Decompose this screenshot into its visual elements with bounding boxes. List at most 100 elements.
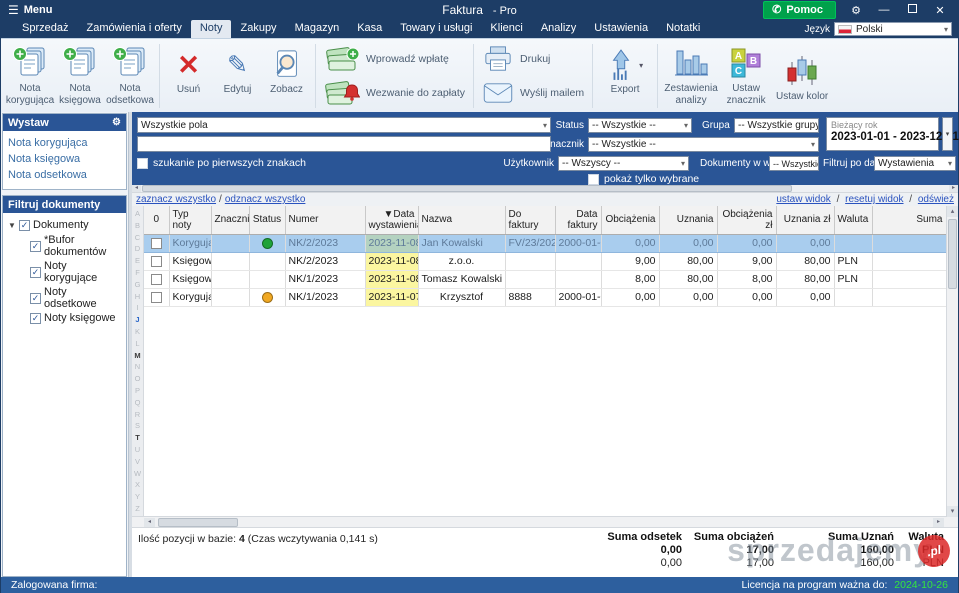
- column-header[interactable]: Status: [249, 206, 285, 234]
- tree-item-bufor[interactable]: ✓ *Bufor dokumentów: [8, 233, 121, 259]
- export-button[interactable]: ▾ Export: [597, 42, 653, 110]
- alphabet-letter[interactable]: A: [135, 208, 140, 220]
- scrollbar-thumb[interactable]: [948, 219, 957, 289]
- menubar-item[interactable]: Klienci: [481, 20, 531, 38]
- menubar-item[interactable]: Kasa: [348, 20, 391, 38]
- refresh-link[interactable]: odśwież: [918, 194, 954, 205]
- tree-checkbox[interactable]: ✓: [30, 241, 41, 252]
- alphabet-letter[interactable]: W: [134, 468, 141, 480]
- select-all-link[interactable]: zaznacz wszystko: [136, 194, 216, 205]
- row-checkbox[interactable]: [151, 274, 162, 285]
- column-header[interactable]: 0: [144, 206, 169, 234]
- scrollbar-thumb[interactable]: [158, 518, 238, 527]
- tree-item-odsetkowe[interactable]: ✓ Noty odsetkowe: [8, 285, 121, 311]
- nota-odsetkowa-button[interactable]: Nota odsetkowa: [105, 42, 155, 110]
- date-range-box[interactable]: Bieżący rok 2023-01-01 - 2023-12-31: [826, 117, 939, 151]
- set-view-link[interactable]: ustaw widok: [776, 194, 830, 205]
- column-header[interactable]: Obciążenia zł: [717, 206, 776, 234]
- print-button[interactable]: Drukuj: [482, 44, 584, 74]
- column-header[interactable]: Uznania: [659, 206, 717, 234]
- tree-item-ksiegowe[interactable]: ✓ Noty księgowe: [8, 311, 121, 325]
- menubar-item[interactable]: Sprzedaż: [13, 20, 77, 38]
- menubar-item[interactable]: Towary i usługi: [391, 20, 481, 38]
- search-input[interactable]: [137, 136, 551, 152]
- alphabet-letter[interactable]: K: [135, 326, 140, 338]
- tree-checkbox[interactable]: ✓: [30, 267, 41, 278]
- column-header[interactable]: Suma: [872, 206, 946, 234]
- alphabet-letter[interactable]: P: [135, 385, 140, 397]
- menubar-item[interactable]: Zamówienia i oferty: [77, 20, 190, 38]
- row-checkbox[interactable]: [151, 292, 162, 303]
- column-header[interactable]: Waluta: [834, 206, 872, 234]
- menubar-item[interactable]: Noty: [191, 20, 232, 38]
- nota-korygujaca-button[interactable]: Nota korygująca: [5, 42, 55, 110]
- alphabet-letter[interactable]: M: [134, 350, 140, 362]
- field-selector-dropdown[interactable]: Wszystkie pola▾: [137, 117, 551, 133]
- alphabet-letter[interactable]: E: [135, 255, 140, 267]
- gear-icon[interactable]: ⚙: [112, 117, 121, 128]
- deselect-all-link[interactable]: odznacz wszystko: [225, 194, 306, 205]
- column-header[interactable]: Uznania zł: [776, 206, 834, 234]
- top-horizontal-scrollbar[interactable]: ◂ ▸: [132, 185, 958, 193]
- bottom-horizontal-scrollbar[interactable]: ◂ ▸: [132, 517, 958, 528]
- scrollbar-thumb[interactable]: [142, 185, 792, 192]
- sidebar-link-nota-korygujaca[interactable]: Nota korygująca: [8, 135, 121, 151]
- alphabet-letter[interactable]: H: [135, 291, 140, 303]
- menubar-item[interactable]: Analizy: [532, 20, 585, 38]
- column-header[interactable]: ▼Data wystawienia: [365, 206, 418, 234]
- column-header[interactable]: Do faktury: [505, 206, 555, 234]
- column-header[interactable]: Obciążenia: [601, 206, 659, 234]
- tree-checkbox[interactable]: ✓: [30, 293, 41, 304]
- search-first-chars-checkbox[interactable]: szukanie po pierwszych znakach: [137, 157, 306, 169]
- sidebar-link-nota-odsetkowa[interactable]: Nota odsetkowa: [8, 167, 121, 183]
- scroll-down-arrow[interactable]: ▾: [947, 506, 958, 517]
- alphabet-letter[interactable]: Y: [135, 491, 140, 503]
- nota-ksiegowa-button[interactable]: Nota księgowa: [55, 42, 105, 110]
- alphabet-letter[interactable]: S: [135, 420, 140, 432]
- enter-payment-button[interactable]: Wprowadź wpłatę: [324, 44, 465, 74]
- scroll-right-arrow[interactable]: ▸: [933, 518, 944, 527]
- main-menu-button[interactable]: ☰ Menu: [1, 4, 53, 16]
- table-row[interactable]: KorygującaNK/1/20232023-11-07Krzysztof88…: [144, 288, 946, 306]
- alphabet-letter[interactable]: V: [135, 456, 140, 468]
- tree-checkbox[interactable]: ✓: [19, 220, 30, 231]
- status-dropdown[interactable]: -- Wszystkie --▾: [588, 118, 692, 133]
- alphabet-letter[interactable]: G: [135, 279, 141, 291]
- tree-item-korygujace[interactable]: ✓ Noty korygujące: [8, 259, 121, 285]
- alphabet-letter[interactable]: D: [135, 243, 140, 255]
- date-range-menu-button[interactable]: ▾: [942, 117, 953, 151]
- show-only-selected-checkbox[interactable]: pokaż tylko wybrane: [588, 173, 699, 185]
- alphabet-letter[interactable]: F: [135, 267, 140, 279]
- tree-root-dokumenty[interactable]: ▼ ✓ Dokumenty: [8, 217, 121, 233]
- menubar-item[interactable]: Ustawienia: [585, 20, 657, 38]
- alphabet-letter[interactable]: T: [135, 432, 140, 444]
- column-header[interactable]: Data faktury: [555, 206, 601, 234]
- menubar-item[interactable]: Zakupy: [231, 20, 285, 38]
- close-button[interactable]: ✕: [932, 4, 948, 17]
- alphabet-letter[interactable]: Q: [135, 397, 141, 409]
- filtruj-po-dacie-dropdown[interactable]: Wystawienia▾: [874, 156, 956, 171]
- table-row[interactable]: KsięgowaNK/1/20232023-11-08Tomasz Kowals…: [144, 270, 946, 288]
- help-button[interactable]: ✆ Pomoc: [763, 1, 836, 19]
- waluta-dropdown[interactable]: -- Wszystkie -▾: [769, 156, 819, 171]
- view-button[interactable]: Zobacz: [262, 42, 311, 110]
- maximize-button[interactable]: [904, 4, 920, 16]
- edit-button[interactable]: ✎ Edytuj: [213, 42, 262, 110]
- column-header[interactable]: Znacznik: [211, 206, 249, 234]
- table-row[interactable]: KsięgowaNK/2/20232023-11-08z.o.o.9,0080,…: [144, 252, 946, 270]
- alphabet-letter[interactable]: O: [135, 373, 141, 385]
- checkbox-icon[interactable]: [137, 158, 148, 169]
- scroll-left-arrow[interactable]: ◂: [144, 518, 155, 527]
- settings-gear-icon[interactable]: ⚙: [848, 4, 864, 17]
- scroll-up-arrow[interactable]: ▴: [947, 206, 958, 217]
- row-checkbox[interactable]: [151, 256, 162, 267]
- scroll-right-arrow[interactable]: ▸: [949, 185, 958, 192]
- delete-button[interactable]: ✕ Usuń: [164, 42, 213, 110]
- alphabet-letter[interactable]: C: [135, 232, 140, 244]
- uzytkownik-dropdown[interactable]: -- Wszyscy --▾: [558, 156, 689, 171]
- checkbox-icon[interactable]: [588, 174, 599, 185]
- menubar-item[interactable]: Notatki: [657, 20, 709, 38]
- row-checkbox[interactable]: [151, 238, 162, 249]
- payment-demand-button[interactable]: Wezwanie do zapłaty: [324, 78, 465, 108]
- scroll-left-arrow[interactable]: ◂: [132, 185, 141, 192]
